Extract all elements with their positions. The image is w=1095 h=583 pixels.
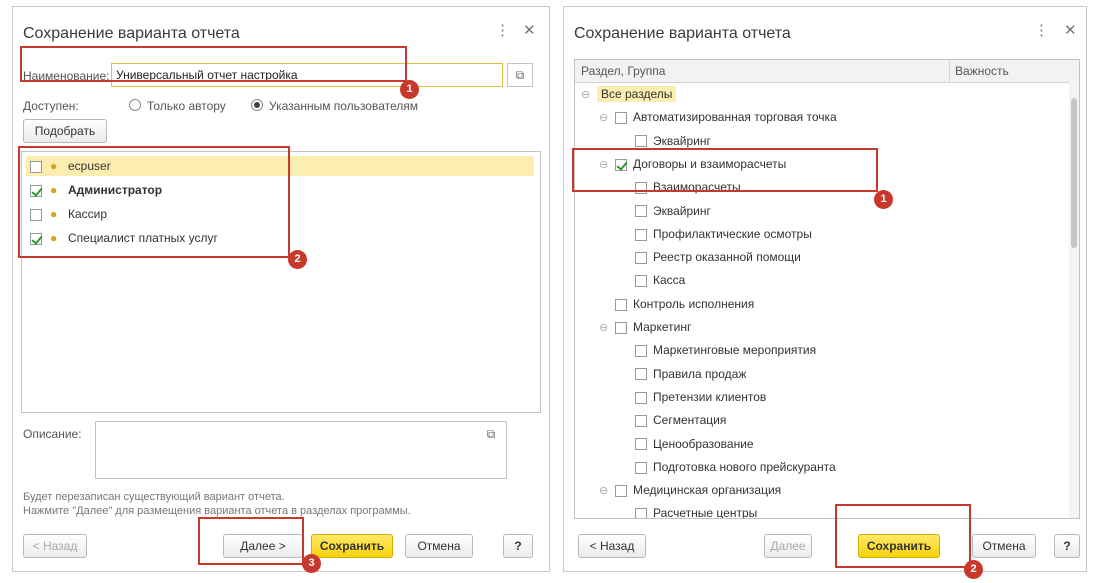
next-button[interactable]: Далее (764, 534, 812, 558)
tree-row[interactable]: ⊖ Маркетинг (599, 317, 691, 337)
tree-row-label: Касса (653, 273, 686, 288)
step-badge-3: 3 (302, 554, 321, 573)
access-label: Доступен: (23, 99, 79, 113)
collapse-toggle-icon[interactable]: ⊖ (599, 318, 611, 338)
checkbox[interactable] (635, 251, 647, 264)
tree-row-label: Правила продаж (653, 366, 747, 381)
tree-row-label: Автоматизированная торговая точка (633, 110, 837, 125)
collapse-toggle-icon[interactable]: ⊖ (599, 481, 611, 501)
highlight-contracts-row (572, 148, 878, 192)
info-text-line2: Нажмите "Далее" для размещения варианта … (23, 505, 411, 517)
tree-row[interactable]: Эквайринг (619, 201, 711, 221)
tree-row[interactable]: Реестр оказанной помощи (619, 247, 801, 267)
checkbox[interactable] (635, 345, 647, 358)
tree-row[interactable]: Касса (619, 270, 685, 290)
highlight-users-list (18, 146, 290, 258)
checkbox[interactable] (615, 484, 627, 497)
description-label: Описание: (23, 427, 82, 441)
back-button[interactable]: < Назад (578, 534, 646, 558)
close-icon[interactable]: ✕ (1064, 21, 1077, 39)
tree-row-label: Подготовка нового прейскуранта (653, 459, 836, 474)
tree-row-label: Маркетинговые мероприятия (653, 343, 817, 358)
collapse-toggle-icon[interactable]: ⊖ (581, 85, 593, 105)
tree-row-label: Контроль исполнения (633, 296, 755, 311)
checkbox[interactable] (635, 438, 647, 451)
tree-row[interactable]: Ценообразование (619, 434, 754, 454)
checkbox[interactable] (635, 135, 647, 148)
table-header: Раздел, Группа Важность (575, 60, 1079, 83)
back-button[interactable]: < Назад (23, 534, 87, 558)
tree-row[interactable]: ⊖ Медицинская организация (599, 480, 781, 500)
tree-row-label: Сегментация (653, 413, 727, 428)
tree-row-label: Реестр оказанной помощи (653, 250, 801, 265)
collapse-toggle-icon[interactable]: ⊖ (599, 108, 611, 128)
more-icon[interactable]: ⋮ (495, 21, 510, 39)
scrollbar[interactable] (1069, 82, 1079, 518)
open-description-icon[interactable]: ⧉ (479, 423, 503, 445)
checkbox[interactable] (635, 368, 647, 381)
checkbox[interactable] (635, 228, 647, 241)
column-header-importance: Важность (955, 64, 1009, 78)
highlight-name-field (20, 46, 407, 82)
tree-row-label: Медицинская организация (633, 483, 782, 498)
checkbox[interactable] (635, 508, 647, 518)
dialog-title: Сохранение варианта отчета (23, 25, 240, 42)
highlight-next-button (198, 517, 304, 565)
help-button[interactable]: ? (503, 534, 533, 558)
tree-row[interactable]: Профилактические осмотры (619, 224, 812, 244)
highlight-save-button (835, 504, 971, 568)
dialog-title: Сохранение варианта отчета (574, 25, 791, 42)
column-header-section: Раздел, Группа (581, 64, 666, 78)
checkbox[interactable] (635, 205, 647, 218)
pick-button[interactable]: Подобрать (23, 119, 107, 143)
tree-row[interactable]: Контроль исполнения (599, 294, 754, 314)
tree-row[interactable]: Сегментация (619, 410, 726, 430)
tree-row[interactable]: Подготовка нового прейскуранта (619, 457, 836, 477)
save-report-variant-dialog-right: Сохранение варианта отчета ⋮ ✕ Раздел, Г… (563, 6, 1087, 572)
radio-specified-users-label: Указанным пользователям (269, 99, 419, 113)
tree-row[interactable]: Претензии клиентов (619, 387, 766, 407)
checkbox[interactable] (635, 461, 647, 474)
tree-row[interactable]: Маркетинговые мероприятия (619, 340, 816, 360)
tree-row-label: Расчетные центры (653, 506, 758, 519)
tree-row-label: Эквайринг (653, 133, 711, 148)
checkbox[interactable] (635, 415, 647, 428)
checkbox[interactable] (635, 391, 647, 404)
tree-row[interactable]: Расчетные центры (619, 503, 758, 519)
description-field[interactable] (95, 421, 507, 479)
checkbox[interactable] (615, 298, 627, 311)
radio-author-only[interactable] (129, 97, 141, 111)
more-icon[interactable]: ⋮ (1034, 21, 1049, 39)
cancel-button[interactable]: Отмена (405, 534, 473, 558)
tree-row[interactable]: ⊖ Все разделы (581, 84, 677, 105)
help-button[interactable]: ? (1054, 534, 1080, 558)
checkbox[interactable] (635, 275, 647, 288)
step-badge-right-2: 2 (964, 560, 983, 579)
tree-row-label: Эквайринг (653, 203, 711, 218)
tree-row[interactable]: ⊖ Автоматизированная торговая точка (599, 107, 837, 127)
checkbox[interactable] (615, 321, 627, 334)
radio-author-only-label: Только автору (147, 99, 226, 113)
tree-row-label: Профилактические осмотры (653, 226, 812, 241)
tree-row-label: Претензии клиентов (653, 389, 767, 404)
cancel-button[interactable]: Отмена (972, 534, 1036, 558)
tree-row[interactable]: Правила продаж (619, 364, 746, 384)
step-badge-right-1: 1 (874, 190, 893, 209)
save-button[interactable]: Сохранить (311, 534, 393, 558)
scrollbar-thumb[interactable] (1071, 98, 1077, 248)
step-badge-1: 1 (400, 80, 419, 99)
checkbox[interactable] (615, 112, 627, 125)
sections-tree-table: Раздел, Группа Важность ⊖ Все разделы ⊖ Авт… (574, 59, 1080, 519)
tree-row-label: Все разделы (597, 86, 677, 102)
close-icon[interactable]: ✕ (523, 21, 536, 39)
save-report-variant-dialog-left: Сохранение варианта отчета ⋮ ✕ Наименова… (12, 6, 550, 572)
tree-row-label: Маркетинг (633, 320, 692, 334)
step-badge-2: 2 (288, 250, 307, 269)
open-copy-icon[interactable]: ⧉ (507, 63, 533, 87)
info-text-line1: Будет перезаписан существующий вариант о… (23, 491, 285, 503)
radio-specified-users[interactable] (251, 97, 263, 111)
tree-row-label: Ценообразование (653, 436, 754, 451)
